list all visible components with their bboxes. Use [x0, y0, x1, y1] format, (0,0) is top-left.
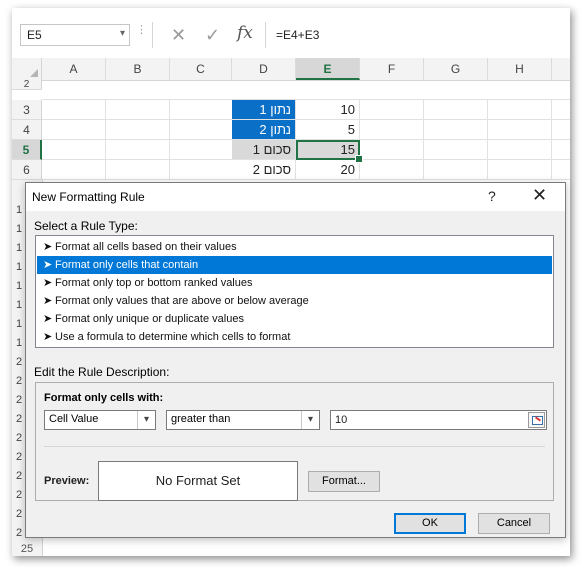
formula-input[interactable]: =E4+E3: [266, 22, 566, 48]
bullet-arrow-icon: ➤: [43, 313, 53, 325]
cell-e3[interactable]: 10: [296, 100, 360, 120]
rule-type-label-2: Format only top or bottom ranked values: [55, 277, 253, 289]
row-header-stub[interactable]: 2: [12, 390, 25, 410]
row-header-stub[interactable]: 1: [12, 295, 25, 315]
row-header-stub[interactable]: 1: [12, 200, 25, 220]
row-header-stub[interactable]: 2: [12, 466, 25, 486]
name-box-value: E5: [27, 28, 42, 42]
row-header-25[interactable]: 25: [12, 540, 43, 556]
new-formatting-rule-dialog: New Formatting Rule ? ✕ Select a Rule Ty…: [25, 182, 566, 538]
range-select-icon[interactable]: [528, 412, 545, 428]
dialog-title: New Formatting Rule: [32, 190, 145, 204]
row-header-stub[interactable]: 1: [12, 333, 25, 353]
dialog-title-bar: New Formatting Rule ? ✕: [26, 183, 565, 211]
grid-cells-right: [360, 100, 570, 180]
chevron-down-icon[interactable]: ▾: [137, 411, 155, 429]
preview-box: No Format Set: [98, 461, 298, 501]
row-header-stub[interactable]: 2: [12, 428, 25, 448]
rule-type-label-4: Format only unique or duplicate values: [55, 313, 244, 325]
rule-type-item[interactable]: ➤ Use a formula to determine which cells …: [37, 328, 552, 346]
condition-type-select[interactable]: Cell Value ▾: [44, 410, 156, 430]
format-only-label: Format only cells with:: [44, 392, 164, 404]
column-header-b[interactable]: B: [106, 58, 170, 80]
rule-type-list[interactable]: ➤ Format all cells based on their values …: [35, 235, 554, 348]
column-header-g[interactable]: G: [424, 58, 488, 80]
close-icon[interactable]: ✕: [532, 185, 547, 206]
column-header-h[interactable]: H: [488, 58, 552, 80]
row-header-2[interactable]: 2: [12, 80, 42, 90]
row-header-stub[interactable]: 2: [12, 371, 25, 391]
row-header-6[interactable]: 6: [12, 160, 42, 180]
insert-function-icon[interactable]: fx: [237, 23, 253, 43]
enter-icon[interactable]: ✓: [205, 25, 220, 46]
rule-type-label: Select a Rule Type:: [34, 219, 138, 233]
column-header-row: A B C D E F G H: [12, 58, 570, 81]
format-button[interactable]: Format...: [308, 471, 380, 492]
cell-d6[interactable]: סכום 2: [232, 160, 296, 180]
column-header-f[interactable]: F: [360, 58, 424, 80]
grid-cells-left: [42, 100, 232, 180]
rule-type-label-0: Format all cells based on their values: [55, 241, 237, 253]
rule-type-item[interactable]: ➤ Format only unique or duplicate values: [37, 310, 552, 328]
bullet-arrow-icon: ➤: [43, 295, 53, 307]
column-header-c[interactable]: C: [170, 58, 232, 80]
value-text: 10: [335, 414, 348, 426]
bullet-arrow-icon: ➤: [43, 277, 53, 289]
column-header-d[interactable]: D: [232, 58, 296, 80]
rule-type-item[interactable]: ➤ Format all cells based on their values: [37, 238, 552, 256]
row-header-stub[interactable]: 2: [12, 352, 25, 372]
name-box[interactable]: E5 ▾: [20, 24, 130, 46]
row-header-stub[interactable]: 1: [12, 314, 25, 334]
chevron-down-icon[interactable]: ▾: [120, 28, 125, 39]
cancel-button[interactable]: Cancel: [478, 513, 550, 534]
preview-label: Preview:: [44, 475, 90, 487]
cancel-icon[interactable]: ✕: [171, 25, 186, 46]
grip-icon: ⋮: [136, 24, 147, 36]
edit-rule-label: Edit the Rule Description:: [34, 365, 170, 379]
cell-e5-selected[interactable]: 15: [296, 140, 363, 163]
operator-value: greater than: [171, 413, 231, 425]
row-header-3[interactable]: 3: [12, 100, 42, 120]
grid-row-2: [42, 90, 570, 100]
row-header-stub[interactable]: 2: [12, 447, 25, 467]
ok-button[interactable]: OK: [394, 513, 466, 534]
bullet-arrow-icon: ➤: [43, 331, 53, 343]
bullet-arrow-icon: ➤: [43, 259, 53, 271]
rule-type-item-selected[interactable]: ➤ Format only cells that contain: [37, 256, 552, 274]
value-input[interactable]: 10: [330, 410, 547, 430]
divider: [44, 446, 545, 447]
formula-bar: E5 ▾ ⋮ ✕ ✓ fx =E4+E3: [12, 8, 570, 56]
cell-d4[interactable]: נתון 2: [232, 120, 296, 140]
cell-d3[interactable]: נתון 1: [232, 100, 296, 120]
cell-e6[interactable]: 20: [296, 160, 360, 180]
select-all-corner[interactable]: [12, 58, 42, 80]
column-header-a[interactable]: A: [42, 58, 106, 80]
help-icon[interactable]: ?: [488, 188, 496, 204]
cell-d5[interactable]: סכום 1: [232, 140, 296, 160]
column-header-e[interactable]: E: [296, 58, 360, 80]
rule-type-label-1: Format only cells that contain: [55, 259, 199, 271]
rule-description-box: Format only cells with: Cell Value ▾ gre…: [35, 382, 554, 501]
row-header-stub[interactable]: 1: [12, 257, 25, 277]
rule-type-label-5: Use a formula to determine which cells t…: [55, 331, 291, 343]
operator-select[interactable]: greater than ▾: [166, 410, 320, 430]
row-header-stub[interactable]: 1: [12, 219, 25, 239]
chevron-down-icon[interactable]: ▾: [301, 411, 319, 429]
row-header-stub[interactable]: 1: [12, 238, 25, 258]
row-header-5[interactable]: 5: [12, 140, 42, 160]
row-header-stub[interactable]: 1: [12, 276, 25, 296]
formula-buttons: ✕ ✓ fx: [152, 22, 266, 48]
condition-type-value: Cell Value: [49, 413, 99, 425]
row-header-4[interactable]: 4: [12, 120, 42, 140]
bullet-arrow-icon: ➤: [43, 241, 53, 253]
rule-type-item[interactable]: ➤ Format only top or bottom ranked values: [37, 274, 552, 292]
row-header-stub[interactable]: 2: [12, 504, 25, 524]
rule-type-item[interactable]: ➤ Format only values that are above or be…: [37, 292, 552, 310]
row-header-stub[interactable]: 2: [12, 485, 25, 505]
cell-e4[interactable]: 5: [296, 120, 360, 140]
row-header-stub[interactable]: 2: [12, 409, 25, 429]
rule-type-label-3: Format only values that are above or bel…: [55, 295, 309, 307]
